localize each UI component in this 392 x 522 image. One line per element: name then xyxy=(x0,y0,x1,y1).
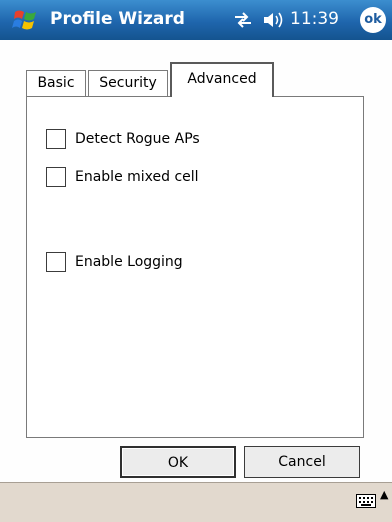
enable-logging-label[interactable]: Enable Logging xyxy=(75,252,183,272)
tab-basic[interactable]: Basic xyxy=(26,70,86,96)
enable-logging-checkbox[interactable] xyxy=(46,252,66,272)
windows-start-icon[interactable] xyxy=(12,8,40,32)
detect-rogue-aps-checkbox[interactable] xyxy=(46,129,66,149)
ok-button[interactable]: OK xyxy=(120,446,236,478)
title-bar: Profile Wizard 11:39 ok xyxy=(0,0,392,40)
advanced-panel: Detect Rogue APs Enable mixed cell Enabl… xyxy=(26,96,364,438)
keyboard-icon[interactable] xyxy=(356,492,376,510)
taskbar: ▲ xyxy=(0,482,392,522)
detect-rogue-aps-label[interactable]: Detect Rogue APs xyxy=(75,129,200,149)
clock: 11:39 xyxy=(290,9,339,29)
input-menu-arrow-icon[interactable]: ▲ xyxy=(380,489,388,501)
volume-icon[interactable] xyxy=(262,10,284,30)
tab-advanced[interactable]: Advanced xyxy=(170,62,274,97)
app-title: Profile Wizard xyxy=(50,9,185,29)
tab-security[interactable]: Security xyxy=(88,70,168,96)
enable-mixed-cell-label[interactable]: Enable mixed cell xyxy=(75,167,199,187)
connectivity-icon[interactable] xyxy=(232,11,254,29)
enable-mixed-cell-checkbox[interactable] xyxy=(46,167,66,187)
cancel-button[interactable]: Cancel xyxy=(244,446,360,478)
ok-icon[interactable]: ok xyxy=(360,7,386,33)
